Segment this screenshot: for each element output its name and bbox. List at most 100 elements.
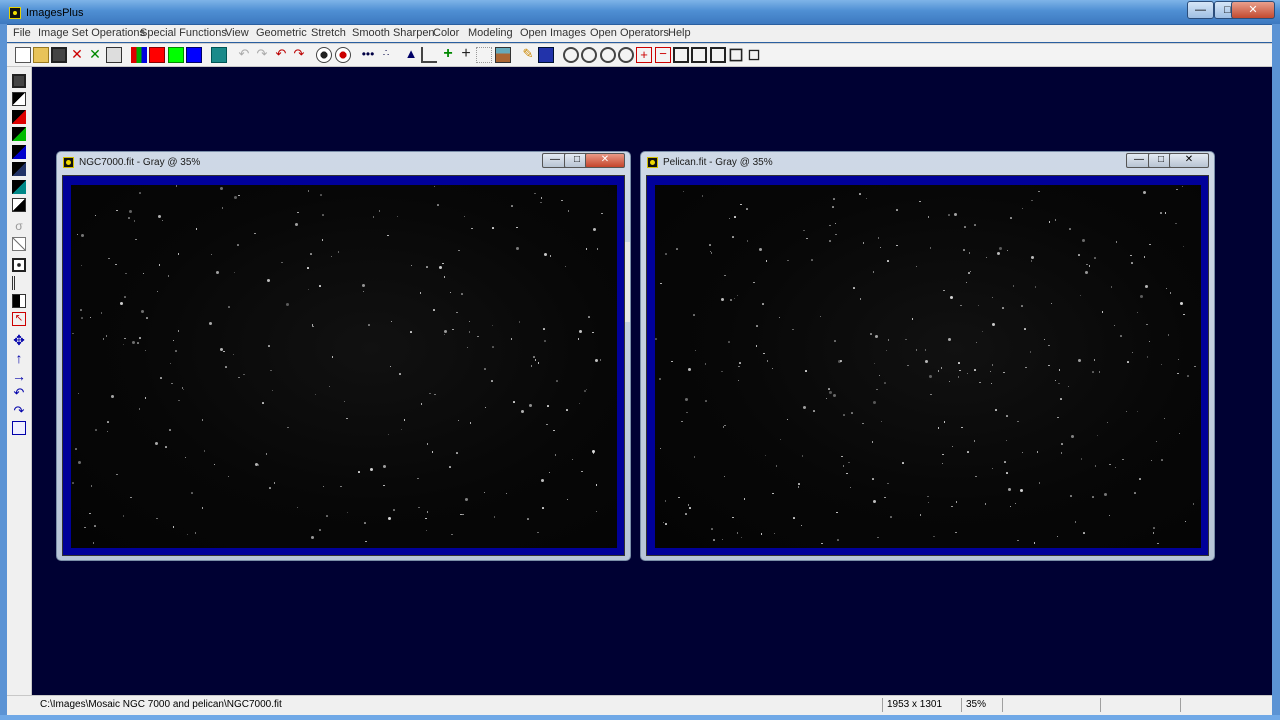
star-point bbox=[548, 471, 551, 474]
black-red-icon[interactable] bbox=[12, 110, 26, 124]
minimize-button[interactable]: — bbox=[1187, 1, 1214, 19]
undo-red-icon[interactable]: ↶ bbox=[273, 47, 289, 63]
arrow-up-icon[interactable]: ↑ bbox=[12, 351, 26, 365]
close-red-icon[interactable]: ✕ bbox=[69, 47, 85, 63]
rotate-left-icon[interactable]: ↶ bbox=[12, 386, 26, 400]
menu-geometric[interactable]: Geometric bbox=[256, 27, 307, 39]
star-point bbox=[368, 324, 370, 326]
table-icon[interactable] bbox=[538, 47, 554, 63]
calculator-icon[interactable] bbox=[106, 47, 122, 63]
star-point bbox=[1146, 356, 1149, 358]
star-point bbox=[721, 370, 723, 373]
image-window-ngc7000[interactable]: NGC7000.fit - Gray @ 35% — □ ✕ bbox=[56, 151, 631, 561]
star-point bbox=[106, 430, 109, 433]
square-3-icon[interactable] bbox=[710, 47, 726, 63]
astro-image-ngc7000[interactable] bbox=[71, 185, 617, 548]
select-region-icon[interactable]: ↖ bbox=[12, 312, 26, 326]
bw-icon[interactable] bbox=[12, 92, 26, 106]
minus-box-icon[interactable]: − bbox=[655, 47, 671, 63]
image-viewport[interactable] bbox=[646, 175, 1209, 556]
red-channel-icon[interactable] bbox=[149, 47, 165, 63]
menu-special-functions[interactable]: Special Functions bbox=[140, 27, 227, 39]
plus-box-icon[interactable]: + bbox=[636, 47, 652, 63]
star-point bbox=[704, 363, 707, 365]
zoom-reset-icon[interactable] bbox=[618, 47, 634, 63]
star-point bbox=[175, 185, 178, 187]
undo-icon[interactable]: ↶ bbox=[236, 47, 252, 63]
menu-view[interactable]: View bbox=[225, 27, 249, 39]
image-viewport[interactable] bbox=[62, 175, 625, 556]
star-point bbox=[959, 369, 961, 372]
star-point bbox=[1079, 294, 1082, 297]
star-point bbox=[1114, 466, 1117, 469]
dots-p-icon[interactable]: ∴ bbox=[378, 47, 394, 63]
square-1-icon[interactable] bbox=[673, 47, 689, 63]
star-point bbox=[400, 428, 403, 431]
dots-line-icon[interactable]: ••• bbox=[360, 47, 376, 63]
star-point bbox=[540, 197, 542, 199]
square-2-icon[interactable] bbox=[691, 47, 707, 63]
save-icon[interactable] bbox=[51, 47, 67, 63]
zoom-out-icon[interactable] bbox=[581, 47, 597, 63]
image-icon[interactable] bbox=[495, 47, 511, 63]
scrollbar-thumb[interactable] bbox=[625, 242, 630, 322]
star-point bbox=[836, 511, 838, 513]
save-state-icon[interactable] bbox=[12, 74, 26, 88]
menu-color[interactable]: Color bbox=[433, 27, 459, 39]
app-title-bar[interactable] bbox=[0, 0, 1280, 24]
menu-stretch[interactable]: Stretch bbox=[311, 27, 346, 39]
star-point bbox=[425, 529, 428, 532]
redo-red-icon[interactable]: ↷ bbox=[291, 47, 307, 63]
levels-icon[interactable] bbox=[12, 294, 26, 308]
close-green-icon[interactable]: ✕ bbox=[87, 47, 103, 63]
image-window-pelican[interactable]: Pelican.fit - Gray @ 35% — □ ✕ bbox=[640, 151, 1215, 561]
grid-icon[interactable] bbox=[476, 47, 492, 63]
plus-green-icon[interactable]: + bbox=[440, 46, 456, 63]
menu-open-images[interactable]: Open Images bbox=[520, 27, 586, 39]
arrow-right-icon[interactable]: → bbox=[12, 369, 26, 383]
star-point bbox=[493, 516, 496, 518]
pencil-icon[interactable]: ✎ bbox=[520, 47, 536, 63]
axis-l-icon[interactable] bbox=[421, 47, 437, 63]
menu-file[interactable]: File bbox=[13, 27, 31, 39]
star-point bbox=[471, 227, 473, 230]
menu-modeling[interactable]: Modeling bbox=[468, 27, 513, 39]
gamma-icon[interactable]: σ bbox=[12, 219, 26, 233]
black-teal-icon[interactable] bbox=[12, 180, 26, 194]
star-point bbox=[693, 456, 696, 458]
bars-icon[interactable] bbox=[12, 276, 26, 290]
rotate-right-icon[interactable]: ↷ bbox=[12, 404, 26, 418]
menu-image-set-operations[interactable]: Image Set Operations bbox=[38, 27, 145, 39]
zoom-in-icon[interactable] bbox=[563, 47, 579, 63]
close-button[interactable]: ✕ bbox=[1231, 1, 1275, 19]
triangle-icon[interactable]: ▲ bbox=[403, 47, 419, 63]
new-file-icon[interactable] bbox=[15, 47, 31, 63]
star-point bbox=[533, 356, 535, 358]
square-4-icon[interactable] bbox=[729, 48, 743, 62]
menu-help[interactable]: Help bbox=[668, 27, 691, 39]
gradient-icon[interactable] bbox=[12, 237, 26, 251]
circle-red-icon[interactable] bbox=[335, 47, 351, 63]
copy-icon[interactable] bbox=[12, 421, 26, 435]
white-black-icon[interactable] bbox=[12, 198, 26, 212]
zoom-fit-icon[interactable] bbox=[600, 47, 616, 63]
color-grid-icon[interactable] bbox=[211, 47, 227, 63]
menu-open-operators[interactable]: Open Operators bbox=[590, 27, 669, 39]
move-icon[interactable]: ✥ bbox=[12, 333, 26, 347]
child-close-button[interactable]: ✕ bbox=[1169, 153, 1209, 168]
rgb-channels-icon[interactable] bbox=[131, 47, 147, 63]
blue-channel-icon[interactable] bbox=[186, 47, 202, 63]
crosshair-icon[interactable]: + bbox=[458, 46, 474, 63]
redo-icon[interactable]: ↷ bbox=[254, 47, 270, 63]
target-box-icon[interactable] bbox=[12, 258, 26, 272]
menu-smooth-sharpen[interactable]: Smooth Sharpen bbox=[352, 27, 435, 39]
child-close-button[interactable]: ✕ bbox=[585, 153, 625, 168]
green-channel-icon[interactable] bbox=[168, 47, 184, 63]
open-folder-icon[interactable] bbox=[33, 47, 49, 63]
black-navy-icon[interactable] bbox=[12, 162, 26, 176]
black-blue-icon[interactable] bbox=[12, 145, 26, 159]
square-5-icon[interactable] bbox=[748, 49, 760, 61]
circle-dark-icon[interactable] bbox=[316, 47, 332, 63]
astro-image-pelican[interactable] bbox=[655, 185, 1201, 548]
black-green-icon[interactable] bbox=[12, 127, 26, 141]
